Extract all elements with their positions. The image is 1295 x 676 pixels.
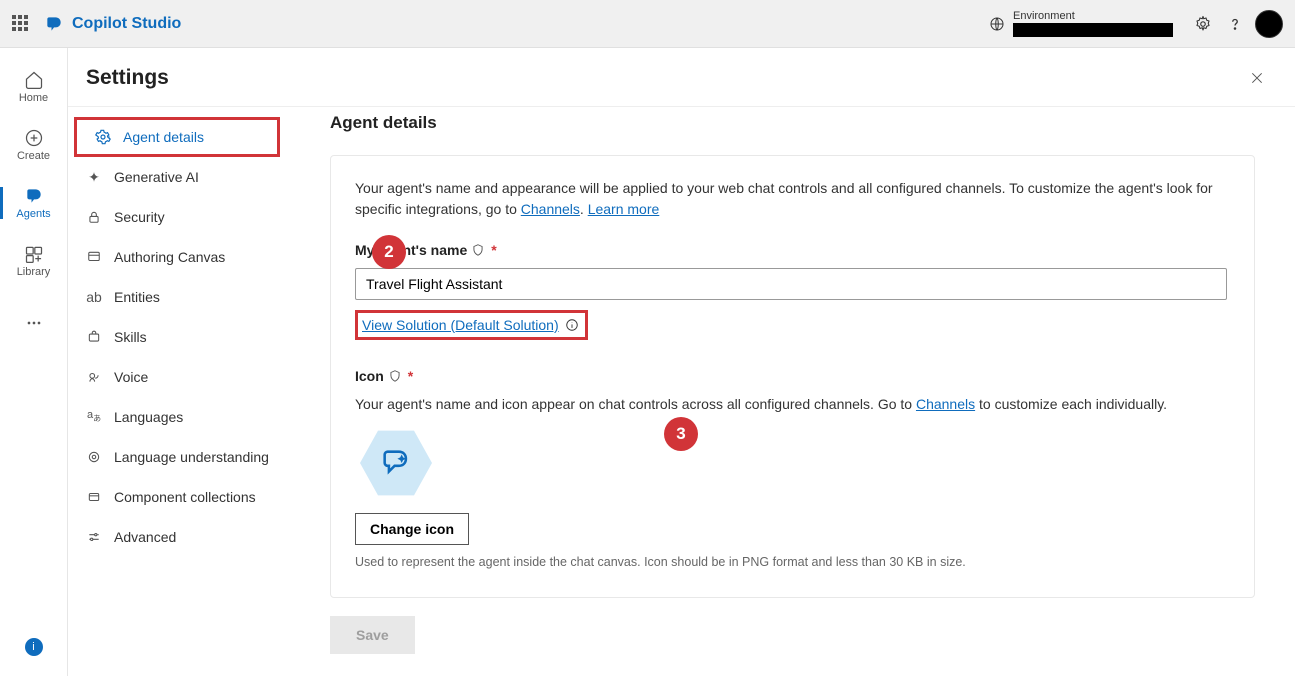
advanced-icon bbox=[86, 529, 102, 545]
icon-description: Your agent's name and icon appear on cha… bbox=[355, 394, 1230, 415]
ellipsis-icon bbox=[24, 313, 44, 333]
required-asterisk: * bbox=[491, 242, 496, 258]
icon-label: Icon * bbox=[355, 368, 1230, 384]
lock-icon bbox=[86, 209, 102, 225]
globe-icon bbox=[989, 16, 1005, 32]
learn-more-link[interactable]: Learn more bbox=[588, 201, 660, 217]
skills-icon bbox=[86, 329, 102, 345]
environment-label: Environment bbox=[1013, 10, 1173, 22]
agent-details-card: Your agent's name and appearance will be… bbox=[330, 155, 1255, 598]
environment-value bbox=[1013, 23, 1173, 37]
annotation-3: 3 bbox=[664, 417, 698, 451]
shield-icon bbox=[388, 369, 402, 383]
gear-icon bbox=[95, 129, 111, 145]
agent-name-input[interactable] bbox=[355, 268, 1227, 300]
page-header: Settings bbox=[68, 48, 1295, 107]
brand[interactable]: Copilot Studio bbox=[44, 14, 181, 34]
snav-skills[interactable]: Skills bbox=[68, 317, 330, 357]
channels-link-2[interactable]: Channels bbox=[916, 396, 975, 412]
snav-languages[interactable]: aあ Languages bbox=[68, 397, 330, 437]
nav-agents[interactable]: Agents bbox=[0, 174, 67, 232]
channels-link[interactable]: Channels bbox=[521, 201, 580, 217]
close-icon bbox=[1249, 70, 1265, 86]
page-title: Settings bbox=[86, 66, 169, 90]
settings-gear-button[interactable] bbox=[1187, 8, 1219, 40]
snav-advanced[interactable]: Advanced bbox=[68, 517, 330, 557]
sparkle-icon: ✦ bbox=[86, 169, 102, 185]
help-icon bbox=[1226, 15, 1244, 33]
agent-default-icon bbox=[379, 446, 413, 480]
shield-icon bbox=[471, 243, 485, 257]
info-icon[interactable] bbox=[565, 318, 579, 332]
gear-icon bbox=[1194, 15, 1212, 33]
snav-entities[interactable]: ab Entities bbox=[68, 277, 330, 317]
left-nav: Home Create Agents Library i bbox=[0, 48, 68, 676]
settings-nav: Agent details ✦ Generative AI Security A… bbox=[68, 107, 330, 676]
agent-name-label: My agent's name * bbox=[355, 242, 1230, 258]
snav-generative-ai[interactable]: ✦ Generative AI bbox=[68, 157, 330, 197]
icon-hint: Used to represent the agent inside the c… bbox=[355, 555, 1230, 569]
user-avatar[interactable] bbox=[1255, 10, 1283, 38]
plus-circle-icon bbox=[24, 128, 44, 148]
library-icon bbox=[24, 244, 44, 264]
agents-icon bbox=[24, 186, 44, 206]
home-icon bbox=[24, 70, 44, 90]
brain-icon bbox=[86, 449, 102, 465]
languages-icon: aあ bbox=[86, 409, 102, 425]
brand-name: Copilot Studio bbox=[72, 15, 181, 33]
nav-create[interactable]: Create bbox=[0, 116, 67, 174]
change-icon-button[interactable]: Change icon bbox=[355, 513, 469, 545]
agent-icon-preview bbox=[355, 427, 437, 499]
view-solution-highlight: View Solution (Default Solution) bbox=[355, 310, 588, 340]
entities-icon: ab bbox=[86, 289, 102, 305]
info-badge[interactable]: i bbox=[25, 638, 43, 656]
snav-component-collections[interactable]: Component collections bbox=[68, 477, 330, 517]
help-button[interactable] bbox=[1219, 8, 1251, 40]
snav-agent-details[interactable]: Agent details bbox=[74, 117, 280, 157]
copilot-logo-icon bbox=[44, 14, 64, 34]
voice-icon bbox=[86, 369, 102, 385]
canvas-icon bbox=[86, 249, 102, 265]
top-bar: Copilot Studio Environment bbox=[0, 0, 1295, 48]
section-title: Agent details bbox=[330, 113, 1255, 133]
environment-picker[interactable]: Environment bbox=[989, 10, 1173, 36]
collections-icon bbox=[86, 489, 102, 505]
view-solution-link[interactable]: View Solution (Default Solution) bbox=[362, 317, 559, 333]
nav-library[interactable]: Library bbox=[0, 232, 67, 290]
agent-details-description: Your agent's name and appearance will be… bbox=[355, 178, 1230, 220]
required-asterisk: * bbox=[408, 368, 413, 384]
snav-security[interactable]: Security bbox=[68, 197, 330, 237]
save-button[interactable]: Save bbox=[330, 616, 415, 654]
snav-authoring-canvas[interactable]: Authoring Canvas bbox=[68, 237, 330, 277]
annotation-2: 2 bbox=[372, 235, 406, 269]
snav-voice[interactable]: Voice bbox=[68, 357, 330, 397]
content-area: Agent details Your agent's name and appe… bbox=[330, 107, 1295, 676]
close-button[interactable] bbox=[1249, 70, 1265, 86]
nav-more[interactable] bbox=[0, 294, 67, 352]
nav-home[interactable]: Home bbox=[0, 58, 67, 116]
snav-language-understanding[interactable]: Language understanding bbox=[68, 437, 330, 477]
app-launcher-icon[interactable] bbox=[12, 15, 30, 33]
